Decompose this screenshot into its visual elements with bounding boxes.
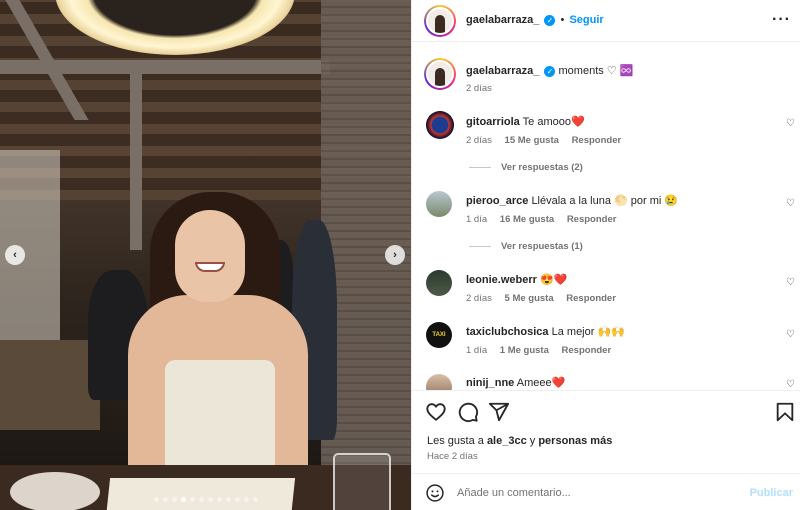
post-photo[interactable]: ‹ › bbox=[0, 0, 411, 510]
caption-username[interactable]: gaelabarraza_ bbox=[466, 65, 539, 77]
chevron-left-icon: ‹ bbox=[13, 249, 17, 261]
carousel-dot bbox=[243, 497, 249, 502]
comment-username[interactable]: pieroo_arce bbox=[466, 195, 528, 207]
comment-like-heart-icon[interactable]: ♡ bbox=[786, 118, 795, 129]
replies-divider bbox=[469, 246, 491, 247]
comment-text: 😍❤️ bbox=[539, 274, 568, 286]
comment-likes[interactable]: 15 Me gusta bbox=[505, 135, 559, 146]
comment-likes[interactable]: 16 Me gusta bbox=[500, 214, 554, 225]
carousel-dots bbox=[0, 497, 411, 502]
like-heart-icon[interactable] bbox=[425, 401, 447, 423]
photo-plate bbox=[10, 472, 100, 510]
view-replies-button[interactable]: Ver respuestas (2) bbox=[469, 162, 583, 173]
comment-username[interactable]: ninij_nne bbox=[466, 377, 514, 389]
replies-divider bbox=[469, 167, 491, 168]
carousel-dot bbox=[162, 497, 168, 502]
comment-reply-button[interactable]: Responder bbox=[567, 214, 617, 225]
add-comment-bar: Publicar bbox=[412, 473, 800, 510]
caption-author-avatar[interactable] bbox=[424, 58, 456, 90]
likes-others[interactable]: personas más bbox=[538, 435, 612, 447]
carousel-dot bbox=[198, 497, 204, 502]
commenter-avatar[interactable] bbox=[426, 111, 454, 139]
post-actions: Les gusta a ale_3cc y personas más Hace … bbox=[412, 390, 800, 510]
share-icon[interactable] bbox=[488, 401, 510, 423]
more-options-icon[interactable]: ··· bbox=[772, 11, 791, 29]
carousel-dot bbox=[171, 497, 177, 502]
commenter-avatar[interactable] bbox=[426, 374, 452, 390]
follow-button[interactable]: Seguir bbox=[569, 14, 603, 26]
comment-like-heart-icon[interactable]: ♡ bbox=[786, 329, 795, 340]
comment-username[interactable]: gitoarriola bbox=[466, 116, 520, 128]
carousel-dot bbox=[180, 497, 186, 502]
publish-comment-button[interactable]: Publicar bbox=[750, 487, 793, 499]
comment-time[interactable]: 2 días bbox=[466, 293, 492, 304]
carousel-dot bbox=[234, 497, 240, 502]
photo-subject-face bbox=[175, 210, 245, 302]
comment-text: Te amooo❤️ bbox=[522, 116, 585, 128]
emoji-icon[interactable] bbox=[425, 483, 445, 503]
comment-reply-button[interactable]: Responder bbox=[562, 345, 612, 356]
comment-reply-button[interactable]: Responder bbox=[566, 293, 616, 304]
photo-side-table bbox=[0, 340, 100, 430]
view-replies-label: Ver respuestas (1) bbox=[501, 241, 583, 252]
add-comment-input[interactable] bbox=[457, 482, 737, 504]
author-avatar[interactable] bbox=[424, 5, 456, 37]
post-timestamp[interactable]: Hace 2 días bbox=[427, 451, 478, 462]
carousel-dot bbox=[252, 497, 258, 502]
separator-dot: • bbox=[560, 14, 565, 26]
comment-icon[interactable] bbox=[457, 401, 479, 423]
carousel-dot bbox=[207, 497, 213, 502]
comment-likes[interactable]: 1 Me gusta bbox=[500, 345, 549, 356]
comment-text: La mejor 🙌🙌 bbox=[551, 326, 625, 338]
post-side-panel: gaelabarraza_ ✓ • Seguir ··· gaelabarraz… bbox=[411, 0, 800, 510]
comment-reply-button[interactable]: Responder bbox=[572, 135, 622, 146]
likes-prefix: Les gusta a bbox=[427, 435, 484, 447]
verified-badge-icon: ✓ bbox=[544, 14, 556, 26]
commenter-avatar[interactable] bbox=[426, 270, 452, 296]
photo-menu bbox=[105, 478, 296, 510]
commenter-avatar[interactable] bbox=[426, 191, 452, 217]
carousel-dot bbox=[153, 497, 159, 502]
comment-time[interactable]: 1 día bbox=[466, 345, 487, 356]
comment-item: ninij_nne Ameee❤️ ♡ bbox=[412, 374, 800, 390]
commenter-avatar[interactable]: TAXI bbox=[426, 322, 452, 348]
author-username[interactable]: gaelabarraza_ bbox=[466, 14, 539, 26]
post-header: gaelabarraza_ ✓ • Seguir ··· bbox=[412, 0, 800, 42]
comment-username[interactable]: taxiclubchosica bbox=[466, 326, 549, 338]
chevron-right-icon: › bbox=[393, 249, 397, 261]
caption-time[interactable]: 2 días bbox=[466, 83, 492, 94]
carousel-dot bbox=[225, 497, 231, 502]
photo-window bbox=[0, 150, 60, 340]
comment-time[interactable]: 2 días bbox=[466, 135, 492, 146]
carousel-prev-button[interactable]: ‹ bbox=[5, 245, 25, 265]
carousel-dot bbox=[216, 497, 222, 502]
bookmark-icon[interactable] bbox=[774, 401, 796, 423]
comment-like-heart-icon[interactable]: ♡ bbox=[786, 198, 795, 209]
view-replies-button[interactable]: Ver respuestas (1) bbox=[469, 241, 583, 252]
comment-like-heart-icon[interactable]: ♡ bbox=[786, 277, 795, 288]
caption-text: moments ♡ ♾️ bbox=[558, 65, 634, 77]
comment-text: Llévala a la luna 🌕 por mi 😢 bbox=[531, 195, 679, 207]
comment-likes[interactable]: 5 Me gusta bbox=[505, 293, 554, 304]
likes-user[interactable]: ale_3cc bbox=[487, 435, 527, 447]
verified-badge-icon: ✓ bbox=[544, 65, 556, 77]
comment-time[interactable]: 1 día bbox=[466, 214, 487, 225]
view-replies-label: Ver respuestas (2) bbox=[501, 162, 583, 173]
likes-summary: Les gusta a ale_3cc y personas más bbox=[427, 435, 612, 447]
photo-pillar bbox=[130, 70, 142, 250]
carousel-dot bbox=[189, 497, 195, 502]
comment-text: Ameee❤️ bbox=[516, 377, 566, 389]
carousel-next-button[interactable]: › bbox=[385, 245, 405, 265]
likes-joiner: y bbox=[529, 435, 536, 447]
comment-username[interactable]: leonie.weberr bbox=[466, 274, 537, 286]
comment-like-heart-icon[interactable]: ♡ bbox=[786, 379, 795, 390]
